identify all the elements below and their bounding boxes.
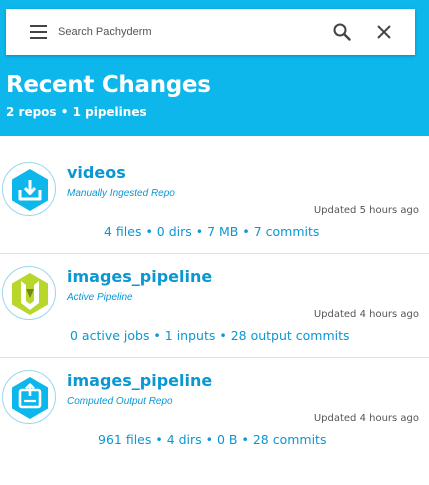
repo-type-label: Computed Output Repo [67, 396, 173, 407]
search-input[interactable] [58, 20, 308, 44]
header: Recent Changes 2 repos • 1 pipelines [0, 0, 429, 136]
repo-name-link[interactable]: videos [67, 163, 126, 182]
close-icon[interactable] [375, 23, 393, 41]
repo-item-videos[interactable]: videos Manually Ingested Repo Updated 5 … [0, 150, 429, 254]
page-subtitle: 2 repos • 1 pipelines [6, 105, 147, 119]
repo-type-label: Active Pipeline [67, 292, 133, 303]
download-icon [12, 169, 48, 211]
repo-icon-badge [2, 370, 56, 424]
search-bar [6, 9, 415, 55]
repo-list: videos Manually Ingested Repo Updated 5 … [0, 150, 429, 462]
pipeline-icon [12, 273, 48, 315]
repo-updated-time: Updated 4 hours ago [313, 413, 419, 424]
repo-name-link[interactable]: images_pipeline [67, 267, 212, 286]
repo-icon-badge [2, 266, 56, 320]
repo-name-link[interactable]: images_pipeline [67, 371, 212, 390]
repo-updated-time: Updated 4 hours ago [313, 309, 419, 320]
repo-type-label: Manually Ingested Repo [67, 188, 175, 199]
repo-item-images-pipeline[interactable]: images_pipeline Active Pipeline Updated … [0, 254, 429, 358]
repo-icon-badge [2, 162, 56, 216]
page-title: Recent Changes [6, 72, 211, 98]
repo-updated-time: Updated 5 hours ago [313, 205, 419, 216]
hamburger-menu-icon[interactable] [28, 23, 54, 41]
repo-stats: 0 active jobs • 1 inputs • 28 output com… [70, 328, 350, 343]
search-icon[interactable] [332, 22, 352, 42]
output-repo-icon [12, 377, 48, 419]
repo-stats: 961 files • 4 dirs • 0 B • 28 commits [98, 432, 327, 447]
repo-stats: 4 files • 0 dirs • 7 MB • 7 commits [104, 224, 320, 239]
repo-item-images-pipeline-output[interactable]: images_pipeline Computed Output Repo Upd… [0, 358, 429, 462]
